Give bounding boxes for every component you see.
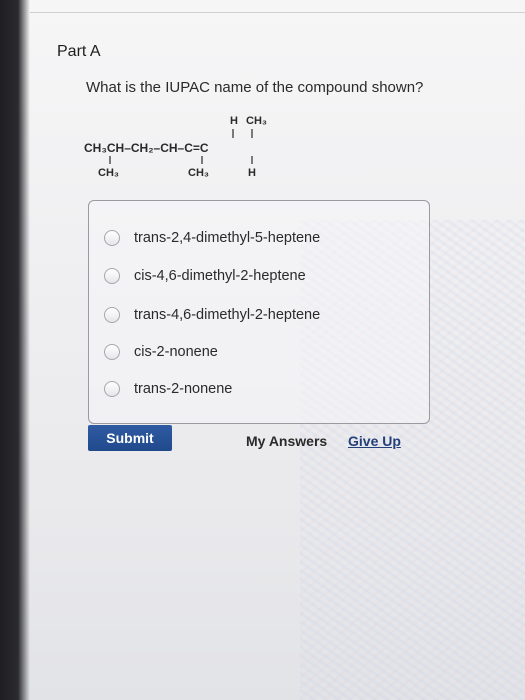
choice-3[interactable]: trans-4,6-dimethyl-2-heptene <box>104 304 320 326</box>
choice-label: cis-2-nonene <box>134 344 218 360</box>
choice-label: trans-2,4-dimethyl-5-heptene <box>134 230 321 246</box>
radio-button[interactable] <box>104 344 120 360</box>
submit-button[interactable]: Submit <box>88 425 172 451</box>
radio-button[interactable] <box>104 230 120 246</box>
my-answers-link[interactable]: My Answers <box>246 433 327 449</box>
structure-top-ch3: CH₃ <box>246 115 267 127</box>
choice-label: cis-4,6-dimethyl-2-heptene <box>134 268 306 284</box>
structure-bottom-h: H <box>248 167 256 179</box>
radio-button[interactable] <box>104 381 120 397</box>
part-label: Part A <box>57 43 101 60</box>
choice-label: trans-4,6-dimethyl-2-heptene <box>134 307 321 323</box>
monitor-bezel <box>0 0 30 700</box>
give-up-link[interactable]: Give Up <box>348 433 401 449</box>
structure-top-h: H <box>230 115 238 127</box>
choice-2[interactable]: cis-4,6-dimethyl-2-heptene <box>104 265 306 287</box>
top-divider <box>30 12 525 13</box>
choice-label: trans-2-nonene <box>134 381 233 397</box>
compound-structure: H CH₃ CH₃CH–CH₂–CH–C=C CH₃ CH₃ H <box>84 115 267 179</box>
choice-4[interactable]: cis-2-nonene <box>104 341 218 363</box>
structure-bottom-ch3-1: CH₃ <box>98 167 119 179</box>
radio-button[interactable] <box>104 268 120 284</box>
choice-1[interactable]: trans-2,4-dimethyl-5-heptene <box>104 227 320 249</box>
screen: Part A What is the IUPAC name of the com… <box>0 0 525 700</box>
question-text: What is the IUPAC name of the compound s… <box>86 79 424 96</box>
choice-5[interactable]: trans-2-nonene <box>104 378 232 400</box>
radio-button[interactable] <box>104 307 120 323</box>
structure-main-chain: CH₃CH–CH₂–CH–C=C <box>84 141 209 155</box>
structure-bottom-ch3-2: CH₃ <box>188 167 209 179</box>
